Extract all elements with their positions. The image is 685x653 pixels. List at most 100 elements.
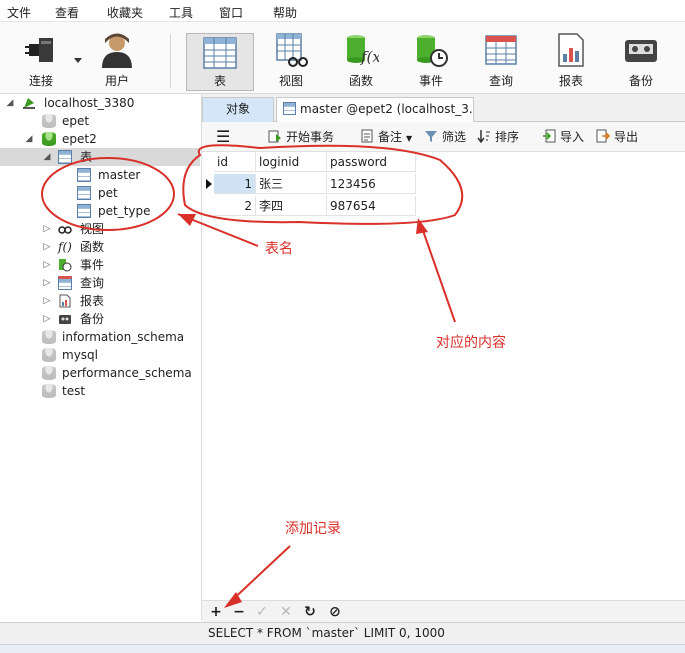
view-button[interactable]: 视图 (260, 22, 322, 94)
hamburger-icon[interactable]: ☰ (216, 129, 230, 145)
menu-file[interactable]: 文件 (7, 4, 31, 21)
tree-events[interactable]: ▷ 事件 (0, 256, 200, 274)
cell-loginid[interactable]: 张三 (256, 174, 327, 194)
function-icon: f(x) (347, 35, 379, 66)
expand-arrow-icon[interactable]: ▷ (42, 292, 52, 310)
expand-arrow-icon[interactable]: ▷ (42, 220, 52, 238)
window-bottom-edge (0, 644, 685, 653)
backup-icon (59, 315, 71, 324)
tree-functions[interactable]: ▷ f() 函数 (0, 238, 200, 256)
menu-tools[interactable]: 工具 (169, 4, 193, 21)
menu-favorites[interactable]: 收藏夹 (107, 4, 143, 21)
backup-button[interactable]: 备份 (610, 22, 672, 94)
import-button[interactable]: 导入 (542, 129, 584, 145)
tab-master-label: master @epet2 (localhost_3... (300, 102, 474, 116)
note-button[interactable]: 备注 ▼ (360, 129, 412, 145)
note-icon (361, 129, 373, 143)
cell-loginid[interactable]: 李四 (256, 196, 327, 216)
apply-changes-button[interactable]: ✓ (253, 603, 271, 621)
report-button[interactable]: 报表 (540, 22, 602, 94)
event-icon (417, 35, 448, 67)
cell-password[interactable]: 987654 (327, 196, 416, 216)
add-record-button[interactable]: + (207, 603, 225, 621)
user-label: 用户 (104, 74, 129, 88)
tree-table[interactable]: master (0, 166, 200, 184)
transaction-icon (268, 130, 281, 143)
annotation-add-record: 添加记录 (285, 521, 341, 537)
data-grid: id loginid password 1 张三 123456 2 李四 987… (202, 152, 685, 600)
database-label: test (62, 384, 86, 398)
database-icon (42, 330, 56, 344)
tree-reports[interactable]: ▷ 报表 (0, 292, 200, 310)
expand-arrow-icon[interactable]: ▷ (42, 238, 52, 256)
column-header-loginid[interactable]: loginid (256, 152, 327, 172)
tables-node-label: 表 (80, 150, 93, 164)
tree-tables-node[interactable]: ◢ 表 (0, 148, 200, 166)
tab-objects[interactable]: 对象 (202, 97, 274, 122)
backup-label: 备份 (628, 74, 653, 88)
query-button[interactable]: 查询 (470, 22, 532, 94)
sort-button[interactable]: 排序 (477, 129, 519, 145)
refresh-button[interactable]: ↻ (301, 603, 319, 621)
tab-master-table[interactable]: master @epet2 (localhost_3... (276, 97, 474, 122)
functions-label: 函数 (80, 240, 105, 254)
event-button[interactable]: 事件 (400, 22, 462, 94)
tree-database[interactable]: ◢ epet2 (0, 130, 200, 148)
function-icon: f() (58, 240, 72, 254)
table-icon (77, 168, 91, 182)
plug-icon (25, 38, 53, 62)
cell-password[interactable]: 123456 (327, 174, 416, 194)
status-bar: SELECT * FROM `master` LIMIT 0, 1000 (0, 622, 685, 644)
report-icon (59, 294, 71, 308)
views-label: 视图 (80, 222, 105, 236)
expand-arrow-icon[interactable]: ▷ (42, 274, 52, 292)
expand-arrow-icon[interactable]: ▷ (42, 310, 52, 328)
user-button[interactable]: 用户 (86, 22, 148, 94)
view-icon (58, 226, 72, 234)
svg-text:f(x): f(x) (360, 48, 379, 66)
tree-database[interactable]: test (0, 382, 200, 400)
tree-database[interactable]: information_schema (0, 328, 200, 346)
tree-backups[interactable]: ▷ 备份 (0, 310, 200, 328)
table-button[interactable]: 表 (186, 33, 254, 91)
events-label: 事件 (80, 258, 105, 272)
filter-icon (425, 131, 437, 142)
expand-arrow-icon[interactable]: ▷ (42, 256, 52, 274)
export-icon (596, 129, 610, 143)
sql-status-text: SELECT * FROM `master` LIMIT 0, 1000 (208, 626, 445, 640)
column-header-id[interactable]: id (214, 152, 256, 172)
menu-help[interactable]: 帮助 (273, 4, 297, 21)
connect-label: 连接 (28, 74, 53, 88)
function-button[interactable]: f(x) 函数 (330, 22, 392, 94)
stop-button[interactable]: ⊘ (326, 603, 344, 621)
tree-table[interactable]: pet (0, 184, 200, 202)
tree-database[interactable]: performance_schema (0, 364, 200, 382)
tree-connection[interactable]: ◢ localhost_3380 (0, 94, 200, 112)
tree-queries[interactable]: ▷ 查询 (0, 274, 200, 292)
collapse-arrow-icon[interactable]: ◢ (5, 94, 15, 112)
chevron-down-icon[interactable]: ▼ (406, 134, 412, 143)
menu-window[interactable]: 窗口 (219, 4, 243, 21)
discard-changes-button[interactable]: ✕ (277, 603, 295, 621)
collapse-arrow-icon[interactable]: ◢ (42, 148, 52, 166)
connect-button[interactable]: 连接 (10, 22, 82, 94)
query-label: 查询 (488, 74, 513, 88)
cell-id[interactable]: 2 (214, 196, 256, 216)
chevron-down-icon[interactable] (74, 58, 82, 63)
column-header-password[interactable]: password (327, 152, 416, 172)
tree-table[interactable]: pet_type (0, 202, 200, 220)
tree-views[interactable]: ▷ 视图 (0, 220, 200, 238)
tree-database[interactable]: epet (0, 112, 200, 130)
export-button[interactable]: 导出 (596, 129, 638, 145)
cell-id[interactable]: 1 (214, 174, 256, 194)
begin-transaction-button[interactable]: 开始事务 (268, 129, 334, 145)
delete-record-button[interactable]: − (230, 603, 248, 621)
menu-view[interactable]: 查看 (55, 4, 79, 21)
filter-button[interactable]: 筛选 (424, 129, 466, 145)
event-icon (59, 259, 72, 272)
connection-icon (23, 98, 35, 109)
report-label: 报表 (558, 74, 583, 88)
tree-database[interactable]: mysql (0, 346, 200, 364)
collapse-arrow-icon[interactable]: ◢ (24, 130, 34, 148)
sort-label: 排序 (495, 130, 520, 144)
